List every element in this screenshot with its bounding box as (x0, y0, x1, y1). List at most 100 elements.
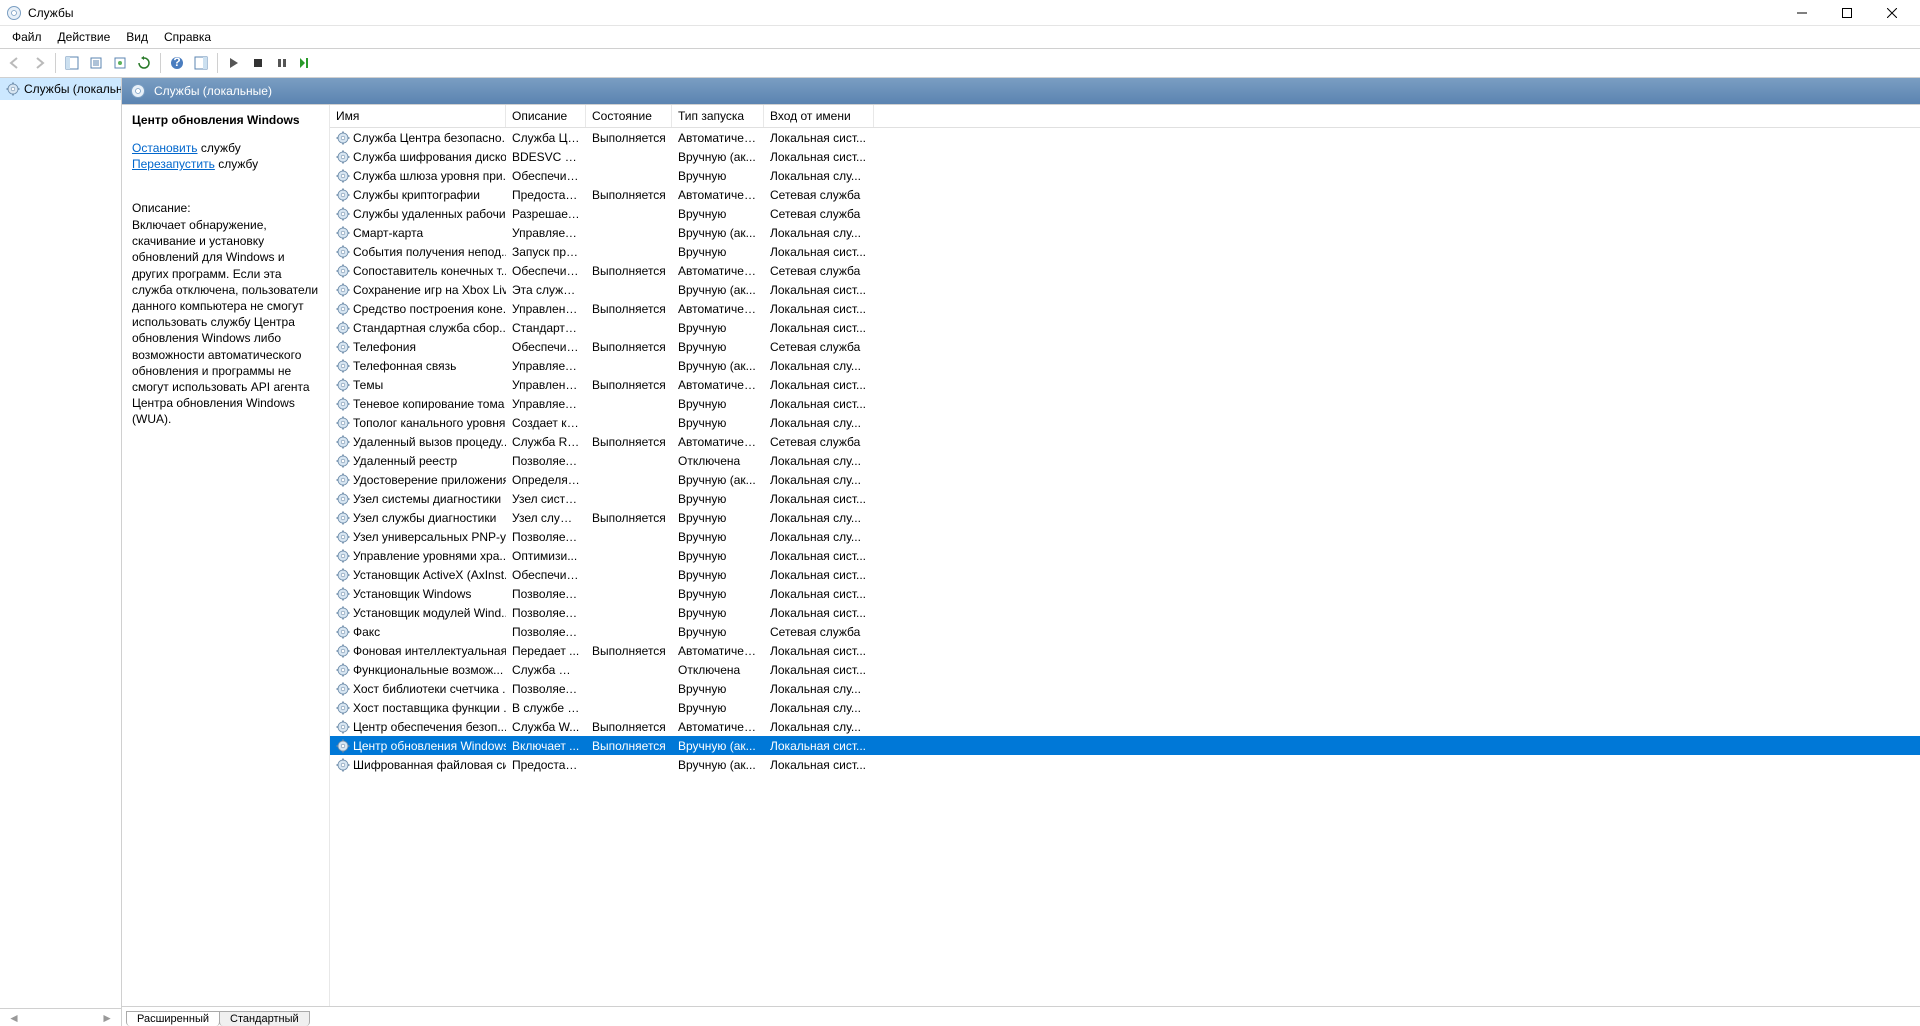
column-state[interactable]: Состояние (586, 105, 672, 127)
service-state (586, 536, 672, 538)
service-row[interactable]: ТемыУправлени...ВыполняетсяАвтоматичес..… (330, 375, 1920, 394)
scroll-left-icon[interactable]: ◄ (4, 1011, 24, 1025)
service-logon: Локальная слу... (764, 453, 874, 469)
properties-button[interactable] (109, 52, 131, 74)
service-startup: Вручную (672, 491, 764, 507)
tree-scrollbar[interactable]: ◄ ► (0, 1008, 121, 1026)
service-state: Выполняется (586, 187, 672, 203)
service-row[interactable]: Удостоверение приложенияОпределяе...Вруч… (330, 470, 1920, 489)
restart-service-button[interactable] (295, 52, 317, 74)
gear-icon (336, 530, 350, 544)
nav-back-button[interactable] (4, 52, 26, 74)
service-startup: Вручную (672, 244, 764, 260)
service-row[interactable]: Центр обеспечения безоп...Служба W...Вып… (330, 717, 1920, 736)
help-button[interactable]: ? (166, 52, 188, 74)
close-button[interactable] (1869, 0, 1914, 26)
gear-icon (336, 739, 350, 753)
service-list[interactable]: Имя Описание Состояние Тип запуска Вход … (330, 105, 1920, 1006)
start-service-button[interactable] (223, 52, 245, 74)
list-header: Имя Описание Состояние Тип запуска Вход … (330, 105, 1920, 128)
menu-file[interactable]: Файл (4, 28, 50, 46)
service-row[interactable]: Центр обновления WindowsВключает ...Выпо… (330, 736, 1920, 755)
service-name: Сопоставитель конечных т... (353, 264, 506, 278)
service-row[interactable]: Службы удаленных рабочи...Разрешает ...В… (330, 204, 1920, 223)
service-description: Обеспечив... (506, 339, 586, 355)
gear-icon (336, 587, 350, 601)
service-logon: Локальная слу... (764, 358, 874, 374)
service-row[interactable]: Фоновая интеллектуальная...Передает ...В… (330, 641, 1920, 660)
service-logon: Локальная сист... (764, 643, 874, 659)
service-logon: Локальная слу... (764, 700, 874, 716)
service-state (586, 612, 672, 614)
service-description: Управляет ... (506, 396, 586, 412)
action-pane-button[interactable] (190, 52, 212, 74)
service-startup: Вручную (672, 700, 764, 716)
tab-extended[interactable]: Расширенный (126, 1011, 220, 1026)
scroll-right-icon[interactable]: ► (97, 1011, 117, 1025)
service-row[interactable]: Узел универсальных PNP-у...Позволяет ...… (330, 527, 1920, 546)
service-startup: Вручную (672, 624, 764, 640)
service-name: Служба шифрования диско... (353, 150, 506, 164)
show-hide-tree-button[interactable] (61, 52, 83, 74)
service-row[interactable]: Управление уровнями хра...Оптимизи...Вру… (330, 546, 1920, 565)
service-row[interactable]: ТелефонияОбеспечив...ВыполняетсяВручнуюС… (330, 337, 1920, 356)
service-description: Создает ка... (506, 415, 586, 431)
service-row[interactable]: Средство построения коне...Управлени...В… (330, 299, 1920, 318)
tree-root-item[interactable]: Службы (локальн (0, 78, 121, 100)
service-row[interactable]: События получения непод...Запуск при...В… (330, 242, 1920, 261)
service-row[interactable]: Службы криптографииПредостав...Выполняет… (330, 185, 1920, 204)
nav-forward-button[interactable] (28, 52, 50, 74)
restart-service-link[interactable]: Перезапустить (132, 157, 215, 171)
stop-service-button[interactable] (247, 52, 269, 74)
column-description[interactable]: Описание (506, 105, 586, 127)
service-description: Обеспечив... (506, 567, 586, 583)
menu-help[interactable]: Справка (156, 28, 219, 46)
column-logon[interactable]: Вход от имени (764, 105, 874, 127)
service-row[interactable]: Узел службы диагностикиУзел служб...Выпо… (330, 508, 1920, 527)
service-row[interactable]: Удаленный вызов процеду...Служба RP...Вы… (330, 432, 1920, 451)
service-row[interactable]: Служба шифрования диско...BDESVC пр...Вр… (330, 147, 1920, 166)
service-startup: Вручную (672, 681, 764, 697)
service-row[interactable]: Удаленный реестрПозволяет ...ОтключенаЛо… (330, 451, 1920, 470)
service-row[interactable]: Хост библиотеки счетчика ...Позволяет ..… (330, 679, 1920, 698)
service-logon: Сетевая служба (764, 434, 874, 450)
gear-icon (336, 549, 350, 563)
service-row[interactable]: Сопоставитель конечных т...Обеспечив...В… (330, 261, 1920, 280)
service-row[interactable]: Смарт-картаУправляет ...Вручную (ак...Ло… (330, 223, 1920, 242)
menu-action[interactable]: Действие (50, 28, 119, 46)
maximize-button[interactable] (1824, 0, 1869, 26)
service-row[interactable]: Тополог канального уровняСоздает ка...Вр… (330, 413, 1920, 432)
service-row[interactable]: ФаксПозволяет ...ВручнуюСетевая служба (330, 622, 1920, 641)
service-row[interactable]: Установщик ActiveX (AxInst...Обеспечив..… (330, 565, 1920, 584)
service-row[interactable]: Функциональные возмож...Служба фу...Откл… (330, 660, 1920, 679)
column-name[interactable]: Имя (330, 105, 506, 127)
minimize-button[interactable] (1779, 0, 1824, 26)
service-row[interactable]: Узел системы диагностикиУзел систе...Вру… (330, 489, 1920, 508)
export-list-button[interactable] (85, 52, 107, 74)
service-row[interactable]: Служба шлюза уровня при...Обеспечив...Вр… (330, 166, 1920, 185)
service-startup: Вручную (672, 567, 764, 583)
service-row[interactable]: Установщик модулей Wind...Позволяет ...В… (330, 603, 1920, 622)
service-row[interactable]: Стандартная служба сбор...Стандартн...Вр… (330, 318, 1920, 337)
pane-header: Службы (локальные) (122, 78, 1920, 104)
service-row[interactable]: Сохранение игр на Xbox LiveЭта служба...… (330, 280, 1920, 299)
tab-standard[interactable]: Стандартный (219, 1011, 310, 1026)
gear-icon (336, 302, 350, 316)
service-row[interactable]: Телефонная связьУправляет ...Вручную (ак… (330, 356, 1920, 375)
service-state (586, 574, 672, 576)
service-row[interactable]: Служба Центра безопасно...Служба Це...Вы… (330, 128, 1920, 147)
gear-icon (336, 207, 350, 221)
refresh-button[interactable] (133, 52, 155, 74)
service-row[interactable]: Хост поставщика функции ...В службе F...… (330, 698, 1920, 717)
service-row[interactable]: Шифрованная файловая си...Предостав...Вр… (330, 755, 1920, 774)
service-startup: Вручную (ак... (672, 358, 764, 374)
service-startup: Автоматичес... (672, 643, 764, 659)
pause-service-button[interactable] (271, 52, 293, 74)
service-startup: Вручную (672, 548, 764, 564)
service-state: Выполняется (586, 434, 672, 450)
stop-service-link[interactable]: Остановить (132, 141, 198, 155)
menu-view[interactable]: Вид (118, 28, 156, 46)
column-startup[interactable]: Тип запуска (672, 105, 764, 127)
service-row[interactable]: Установщик WindowsПозволяет ...ВручнуюЛо… (330, 584, 1920, 603)
service-row[interactable]: Теневое копирование томаУправляет ...Вру… (330, 394, 1920, 413)
